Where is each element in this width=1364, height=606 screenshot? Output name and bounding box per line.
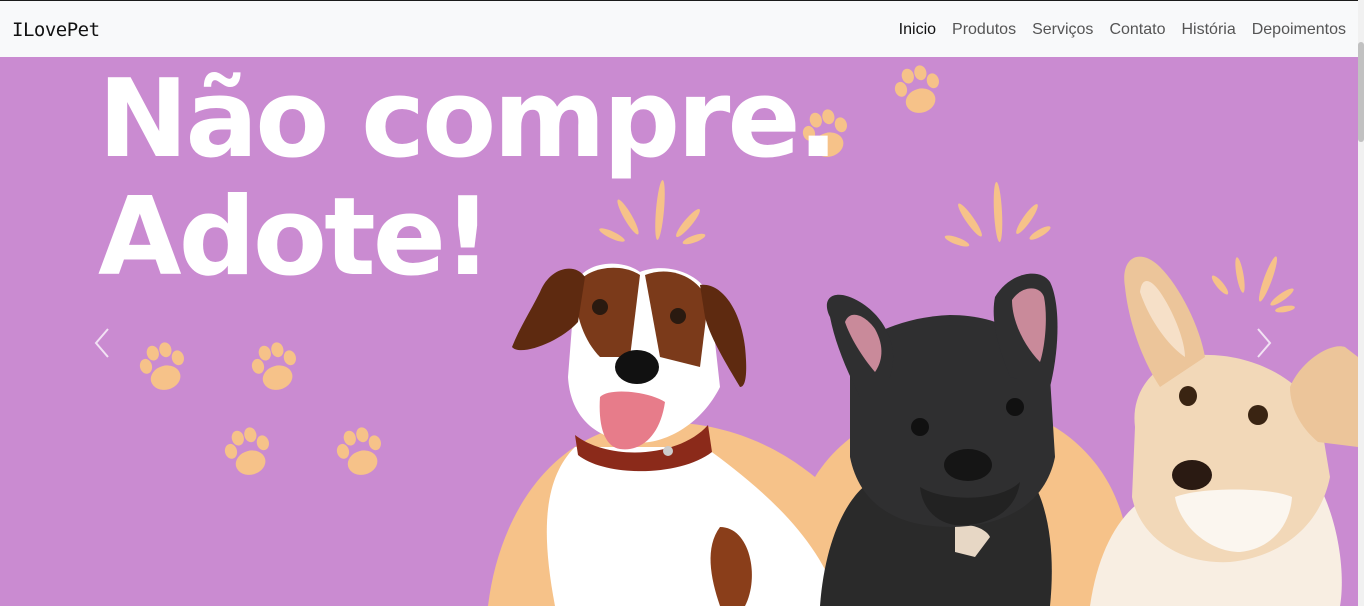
nav-link-contato[interactable]: Contato [1109, 21, 1165, 39]
scrollbar-thumb[interactable] [1358, 42, 1364, 142]
paw-print-icon [135, 338, 191, 395]
sparkle-icon [944, 182, 1051, 247]
nav-link-historia[interactable]: História [1181, 21, 1235, 39]
nav-link-produtos[interactable]: Produtos [952, 21, 1016, 39]
sparkle-icon [1211, 256, 1295, 313]
chevron-left-icon [94, 328, 109, 358]
hero-headline-line1: Não compre. [98, 57, 839, 182]
chevron-right-icon [1257, 328, 1272, 358]
hero-headline: Não compre. Adote! [98, 57, 839, 300]
nav-links: Inicio Produtos Serviços Contato Históri… [899, 21, 1346, 39]
nav-link-servicos[interactable]: Serviços [1032, 21, 1093, 39]
carousel-next-button[interactable] [1248, 323, 1278, 363]
brand-logo[interactable]: ILovePet [12, 19, 100, 41]
paw-print-icon [247, 338, 303, 395]
navbar: ILovePet Inicio Produtos Serviços Contat… [0, 1, 1364, 57]
nav-link-depoimentos[interactable]: Depoimentos [1252, 21, 1346, 39]
dog-french-bulldog-image [820, 273, 1058, 606]
paw-print-icon [890, 61, 946, 118]
nav-link-inicio[interactable]: Inicio [899, 21, 936, 39]
paw-print-icon [332, 423, 388, 480]
paw-print-icon [220, 423, 276, 480]
carousel-prev-button[interactable] [88, 323, 118, 363]
hero-carousel: Não compre. Adote! [0, 57, 1358, 606]
page-scrollbar[interactable] [1358, 0, 1364, 606]
hero-headline-line2: Adote! [98, 175, 492, 300]
dog-corgi-image [1090, 256, 1358, 606]
